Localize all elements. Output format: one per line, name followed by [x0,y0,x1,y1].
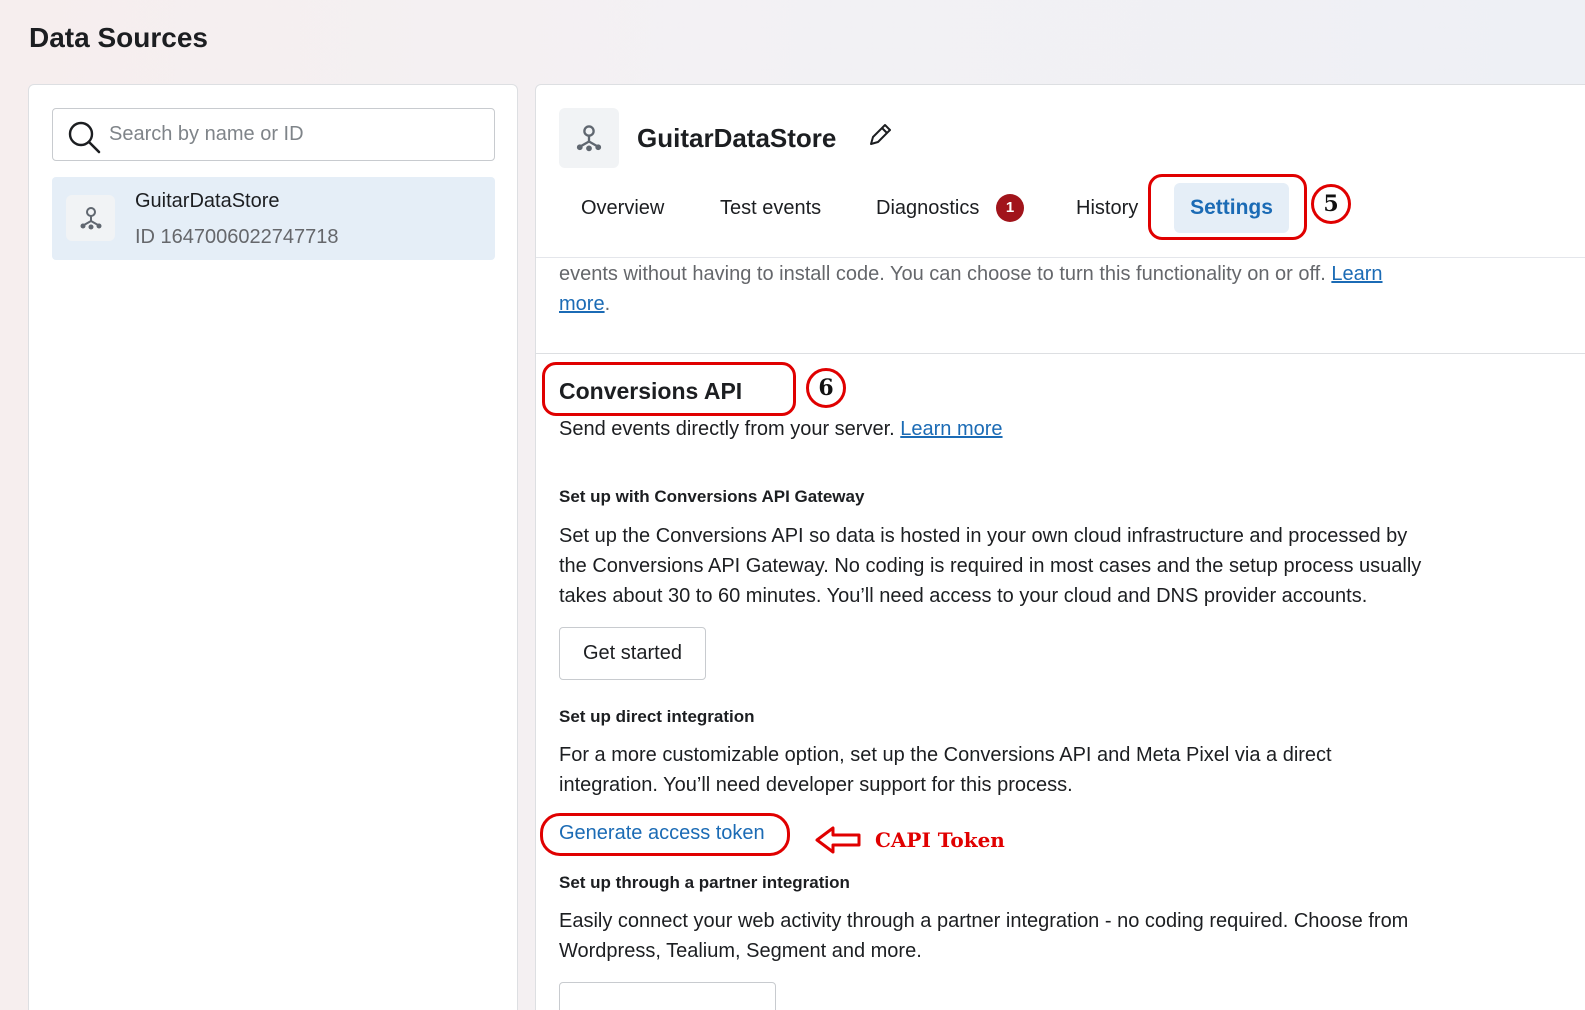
search-input[interactable] [109,109,489,160]
partner-integration-description: Easily connect your web activity through… [559,906,1408,966]
source-list-item[interactable]: GuitarDataStore ID 1647006022747718 [52,177,495,260]
learn-more-link[interactable]: Learn [1331,263,1382,285]
section-divider [536,353,1585,354]
tabs-divider [536,257,1585,258]
conversions-api-description: Send events directly from your server. [559,418,895,440]
capi-token-label: CAPI Token [875,828,1005,852]
diagnostics-badge: 1 [996,194,1024,222]
direct-integration-description: For a more customizable option, set up t… [559,740,1332,800]
pencil-edit-icon[interactable] [866,121,894,149]
data-source-icon [66,195,115,241]
partner-integration-heading: Set up through a partner integration [559,873,850,892]
learn-more-link-continued[interactable]: more [559,293,605,315]
page-title: Data Sources [29,22,208,53]
intro-period: . [604,293,611,315]
gateway-line: the Conversions API Gateway. No coding i… [559,555,1422,577]
partner-line: Wordpress, Tealium, Segment and more. [559,940,922,962]
conversions-api-highlight [542,362,796,416]
gateway-line: Set up the Conversions API so data is ho… [559,525,1408,547]
tab-diagnostics[interactable]: Diagnostics [876,193,979,223]
partner-integration-button[interactable] [559,982,776,1010]
search-box[interactable] [52,108,495,161]
settings-tab-highlight [1148,174,1307,240]
direct-line: integration. You’ll need developer suppo… [559,774,1073,796]
conversions-api-learn-more-link[interactable]: Learn more [900,418,1002,440]
source-name: GuitarDataStore [135,190,280,212]
intro-text: events without having to install code. Y… [559,259,1459,319]
direct-line: For a more customizable option, set up t… [559,744,1332,766]
source-id: ID 1647006022747718 [135,226,339,248]
partner-line: Easily connect your web activity through… [559,910,1409,932]
gateway-description: Set up the Conversions API so data is ho… [559,521,1421,611]
tab-overview[interactable]: Overview [581,193,664,223]
data-sources-list-panel: GuitarDataStore ID 1647006022747718 [28,84,518,1010]
access-token-highlight [540,813,790,856]
tab-test-events[interactable]: Test events [720,193,821,223]
data-source-icon [559,108,619,168]
data-source-title: GuitarDataStore [637,123,837,153]
arrow-left-icon [815,826,861,854]
conversions-api-description-row: Send events directly from your server. L… [559,414,1003,444]
gateway-line: takes about 30 to 60 minutes. You’ll nee… [559,585,1368,607]
data-source-detail-panel: GuitarDataStore Overview Test events Dia… [535,84,1585,1010]
tab-bar: Overview Test events Diagnostics 1 Histo… [536,183,1585,257]
step-5-marker: 5 [1311,184,1351,224]
tab-history[interactable]: History [1076,193,1138,223]
step-6-marker: 6 [806,368,846,408]
gateway-heading: Set up with Conversions API Gateway [559,487,865,506]
direct-integration-heading: Set up direct integration [559,707,755,726]
intro-description: events without having to install code. Y… [559,263,1326,285]
get-started-button[interactable]: Get started [559,627,706,680]
search-icon [68,121,101,154]
